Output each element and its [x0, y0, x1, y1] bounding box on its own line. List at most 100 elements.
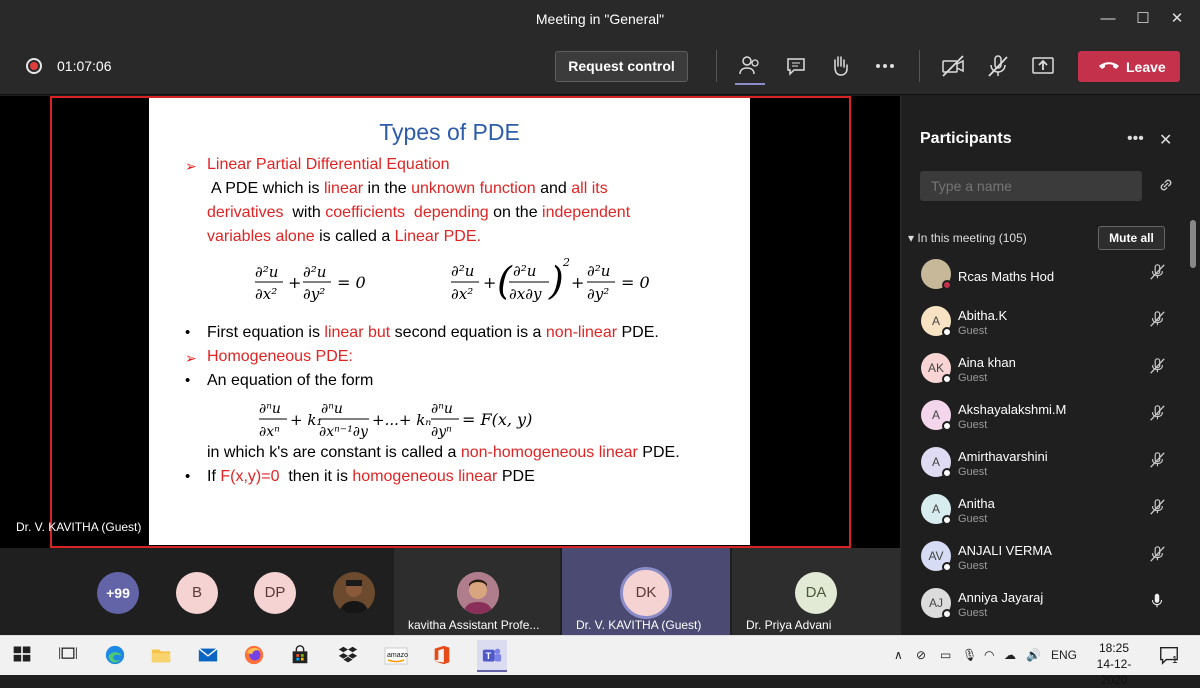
- shared-screen-stage: Types of PDE ➢ Linear Partial Differenti…: [0, 96, 900, 548]
- video-tile-active-speaker[interactable]: DK Dr. V. KAVITHA (Guest): [562, 548, 730, 635]
- mic-muted-icon[interactable]: [1148, 404, 1168, 424]
- participant-role: Guest: [958, 325, 988, 337]
- battery-icon[interactable]: ▭: [940, 648, 951, 662]
- presence-status-icon: [942, 280, 952, 290]
- wifi-icon[interactable]: ◠: [984, 648, 994, 662]
- video-tile[interactable]: kavitha Assistant Profe...: [394, 548, 560, 635]
- mute-all-button[interactable]: Mute all: [1098, 226, 1165, 250]
- toolbar-divider: [919, 50, 920, 82]
- toolbar-divider: [716, 50, 717, 82]
- tile-name: Dr. Priya Advani: [746, 618, 832, 632]
- participant-role: Guest: [958, 607, 988, 619]
- participant-row[interactable]: A Amirthavarshini Guest: [901, 443, 1183, 489]
- windows-start-icon[interactable]: [12, 644, 36, 668]
- participants-icon[interactable]: [736, 52, 764, 80]
- active-tab-indicator: [735, 83, 765, 85]
- avatar-photo[interactable]: [333, 572, 375, 614]
- share-invite-link-icon[interactable]: [1157, 176, 1177, 196]
- tray-app-icon[interactable]: ⊘: [916, 648, 926, 662]
- close-window-button[interactable]: ✕: [1166, 8, 1188, 30]
- panel-scrollbar[interactable]: [1190, 220, 1196, 268]
- request-control-button[interactable]: Request control: [555, 51, 688, 82]
- mail-icon[interactable]: [197, 644, 221, 668]
- participant-search-input[interactable]: [920, 171, 1142, 201]
- participant-role: Guest: [958, 419, 988, 431]
- file-explorer-icon[interactable]: [150, 644, 174, 668]
- tray-overflow-icon[interactable]: ∧: [894, 648, 903, 662]
- minimize-button[interactable]: —: [1097, 8, 1119, 30]
- presence-status-icon: [942, 468, 952, 478]
- presence-status-icon: [942, 562, 952, 572]
- presence-status-icon: [942, 609, 952, 619]
- in-meeting-section-toggle[interactable]: ▾ In this meeting (105): [908, 231, 1027, 245]
- meeting-toolbar: 01:07:06 Request control Leave: [0, 38, 1200, 95]
- chevron-down-icon: ▾: [908, 231, 915, 245]
- avatar: DK: [620, 567, 672, 619]
- participant-name: Aina khan: [958, 355, 1016, 370]
- store-icon[interactable]: [289, 644, 313, 668]
- participant-role: Guest: [958, 466, 988, 478]
- participant-row[interactable]: A Anitha Guest: [901, 490, 1183, 536]
- maximize-button[interactable]: ☐: [1132, 8, 1154, 30]
- more-participants-badge[interactable]: +99: [97, 572, 139, 614]
- avatar[interactable]: DP: [254, 572, 296, 614]
- microphone-tray-icon[interactable]: 🎙: [962, 648, 977, 662]
- participant-name: Abitha.K: [958, 308, 1008, 323]
- more-icon[interactable]: [871, 52, 899, 80]
- cloud-icon[interactable]: ☁: [1004, 648, 1016, 662]
- tile-name: Dr. V. KAVITHA (Guest): [576, 618, 702, 632]
- presence-status-icon: [942, 421, 952, 431]
- mic-muted-icon[interactable]: [1148, 310, 1168, 330]
- amazon-icon[interactable]: amazon: [384, 644, 412, 668]
- meeting-timer: 01:07:06: [57, 58, 112, 74]
- panel-title: Participants: [920, 130, 1012, 147]
- participant-row[interactable]: AV ANJALI VERMA Guest: [901, 537, 1183, 583]
- mic-off-icon[interactable]: [984, 52, 1012, 80]
- mic-muted-icon[interactable]: [1148, 263, 1168, 283]
- mic-muted-icon[interactable]: [1148, 498, 1168, 518]
- participants-panel: Participants ••• ✕ ▾ In this meeting (10…: [900, 96, 1200, 635]
- sharing-frame: [50, 96, 851, 548]
- presence-status-icon: [942, 327, 952, 337]
- volume-icon[interactable]: 🔊: [1026, 648, 1041, 662]
- mic-muted-icon[interactable]: [1148, 357, 1168, 377]
- participant-row[interactable]: Rcas Maths Hod: [901, 255, 1183, 301]
- dropbox-icon[interactable]: [337, 644, 361, 668]
- teams-icon[interactable]: T: [477, 640, 507, 672]
- raise-hand-icon[interactable]: [826, 52, 854, 80]
- office-icon[interactable]: [431, 644, 455, 668]
- participant-role: Guest: [958, 513, 988, 525]
- phone-hangup-icon: [1099, 62, 1119, 69]
- avatar[interactable]: B: [176, 572, 218, 614]
- leave-button[interactable]: Leave: [1078, 51, 1180, 82]
- camera-off-icon[interactable]: [939, 52, 967, 80]
- clock-date: 14-12-2020: [1096, 657, 1132, 687]
- more-options-icon[interactable]: •••: [1127, 130, 1144, 148]
- windows-taskbar: amazon T ∧ ⊘ ▭ 🎙 ◠ ☁ 🔊 ENG 18:25 14-12-2…: [0, 635, 1200, 687]
- mic-muted-icon[interactable]: [1148, 545, 1168, 565]
- notification-count: 1: [1172, 655, 1178, 666]
- language-indicator[interactable]: ENG: [1051, 648, 1077, 662]
- mic-on-icon[interactable]: [1148, 592, 1168, 612]
- close-panel-icon[interactable]: ✕: [1159, 130, 1172, 150]
- chat-icon[interactable]: [782, 52, 810, 80]
- avatar-photo: [457, 572, 499, 614]
- system-clock[interactable]: 18:25 14-12-2020: [1084, 640, 1144, 688]
- leave-label: Leave: [1126, 59, 1166, 75]
- participant-name: Amirthavarshini: [958, 449, 1048, 464]
- task-view-icon[interactable]: [58, 644, 82, 668]
- mic-muted-icon[interactable]: [1148, 451, 1168, 471]
- avatar: DA: [795, 572, 837, 614]
- participant-row[interactable]: A Abitha.K Guest: [901, 302, 1183, 348]
- video-tile[interactable]: DA Dr. Priya Advani: [732, 548, 900, 635]
- participant-row[interactable]: AJ Anniya Jayaraj Guest: [901, 584, 1183, 630]
- tile-name: kavitha Assistant Profe...: [408, 618, 540, 632]
- edge-browser-icon[interactable]: [104, 644, 128, 668]
- participant-row[interactable]: A Akshayalakshmi.M Guest: [901, 396, 1183, 442]
- notifications-icon[interactable]: 1: [1158, 644, 1182, 668]
- participant-name: ANJALI VERMA: [958, 543, 1052, 558]
- firefox-icon[interactable]: [243, 644, 267, 668]
- share-screen-icon[interactable]: [1029, 52, 1057, 80]
- participant-row[interactable]: AK Aina khan Guest: [901, 349, 1183, 395]
- recording-icon: [26, 58, 42, 74]
